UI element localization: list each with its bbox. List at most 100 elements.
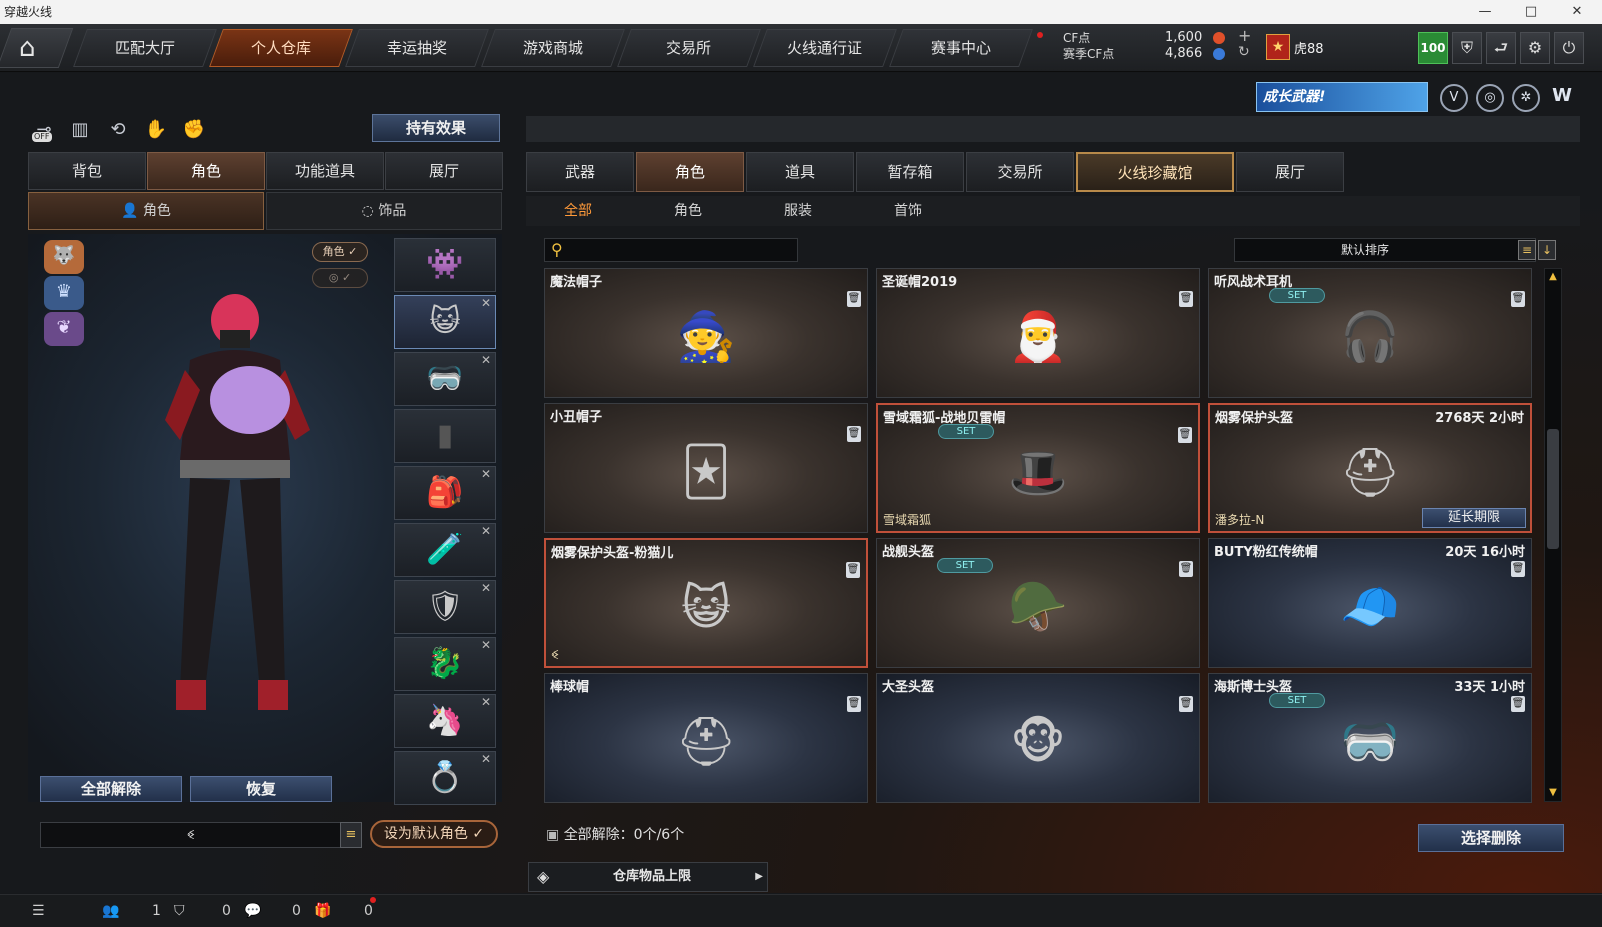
- item-card[interactable]: 战舰头盔 SET 🗑 🪖: [876, 538, 1200, 668]
- item-card[interactable]: 海斯博士头盔 33天 1小时 SET 🗑 🥽: [1208, 673, 1532, 803]
- maximize-button[interactable]: □: [1508, 0, 1554, 24]
- sort-dropdown[interactable]: 默认排序: [1234, 238, 1536, 262]
- podium-icon[interactable]: ▥: [66, 116, 94, 144]
- tab-right-exchange[interactable]: 交易所: [966, 152, 1074, 192]
- subtab-accessories[interactable]: ◌ 饰品: [266, 192, 502, 230]
- refresh-icon[interactable]: ↻: [1238, 44, 1250, 60]
- equip-slot-glasses[interactable]: ✕ 🥽: [394, 352, 496, 406]
- item-card[interactable]: BUTY粉红传统帽 20天 16小时 🗑 🧢: [1208, 538, 1532, 668]
- gift-icon[interactable]: 🎁: [314, 903, 331, 919]
- pose-icon[interactable]: ✋: [142, 116, 170, 144]
- home-button[interactable]: ⌂: [0, 28, 74, 68]
- item-card[interactable]: 大圣头盔 🗑 🐵: [876, 673, 1200, 803]
- chat-icon[interactable]: 💬: [244, 903, 261, 919]
- gesture-icon[interactable]: ✊: [180, 116, 208, 144]
- item-card[interactable]: 听风战术耳机 SET 🗑 🎧: [1208, 268, 1532, 398]
- rotate-icon[interactable]: ⟲: [104, 116, 132, 144]
- right-boot-shape: [258, 680, 288, 710]
- layers-icon: ◈: [537, 867, 550, 886]
- tab-right-showroom[interactable]: 展厅: [1236, 152, 1344, 192]
- search-input[interactable]: ⚲: [544, 238, 798, 262]
- equip-slot-ring[interactable]: ✕ 💍: [394, 751, 496, 805]
- set-default-character-button[interactable]: 设为默认角色 ✓: [370, 820, 498, 848]
- v-badge-icon[interactable]: V: [1440, 84, 1468, 112]
- globe-icon[interactable]: ◎: [1476, 84, 1504, 112]
- item-card[interactable]: 圣诞帽2019 🗑 🎅: [876, 268, 1200, 398]
- wolf-emblem-icon[interactable]: 🐺: [44, 240, 84, 274]
- tab-right-character[interactable]: 角色: [636, 152, 744, 192]
- close-button[interactable]: ✕: [1554, 0, 1600, 24]
- subtab-all[interactable]: 全部: [528, 196, 628, 226]
- tab-character[interactable]: 角色: [147, 152, 265, 190]
- hold-effect-button[interactable]: 持有效果: [372, 114, 500, 142]
- scroll-up-icon[interactable]: ▲: [1545, 269, 1561, 285]
- item-card[interactable]: 魔法帽子 🗑 🧙: [544, 268, 868, 398]
- menu-icon[interactable]: ☰: [32, 903, 45, 919]
- tab-function-items[interactable]: 功能道具: [266, 152, 384, 190]
- item-card[interactable]: 小丑帽子 🗑 🃏: [544, 403, 868, 533]
- character-name-field[interactable]: ꔽ: [40, 822, 342, 848]
- warehouse-capacity-button[interactable]: ◈ 仓库物品上限 ▶: [528, 862, 768, 892]
- tab-backpack[interactable]: 背包: [28, 152, 146, 190]
- return-icon[interactable]: ⮐: [1486, 32, 1516, 64]
- item-card[interactable]: 棒球帽 🗑 ⛑: [544, 673, 868, 803]
- currency-panel: CF点 赛季CF点: [1063, 30, 1114, 62]
- tab-collection-hall[interactable]: 火线珍藏馆: [1076, 152, 1234, 192]
- wing-emblem-icon[interactable]: ❦: [44, 312, 84, 346]
- subtab-role[interactable]: 角色: [638, 196, 738, 226]
- sort-list-icon[interactable]: ≡: [1518, 240, 1536, 260]
- visibility-pill[interactable]: ◎ ✓: [312, 268, 368, 288]
- tab-showroom[interactable]: 展厅: [385, 152, 503, 190]
- nav-personal-warehouse[interactable]: 个人仓库: [209, 29, 353, 67]
- nav-event-center[interactable]: 赛事中心: [889, 29, 1033, 67]
- power-icon[interactable]: ⏻: [1554, 32, 1584, 64]
- item-scrollbar[interactable]: ▲ ▼: [1544, 268, 1562, 802]
- scroll-thumb[interactable]: [1547, 429, 1559, 549]
- select-delete-button[interactable]: 选择删除: [1418, 824, 1564, 852]
- restore-button[interactable]: 恢复: [190, 776, 332, 802]
- nav-battle-pass[interactable]: 火线通行证: [753, 29, 897, 67]
- toggle-off-icon[interactable]: ⊸ OFF: [30, 116, 58, 144]
- subtab-clothing[interactable]: 服装: [748, 196, 848, 226]
- equip-slot-backpack[interactable]: ✕ 🎒: [394, 466, 496, 520]
- extend-duration-button[interactable]: 延长期限: [1422, 508, 1526, 528]
- equip-slot-body[interactable]: ▮: [394, 409, 496, 463]
- nav-match-lobby[interactable]: 匹配大厅: [73, 29, 217, 67]
- shield-icon[interactable]: ⛨: [1452, 32, 1482, 64]
- nav-game-mall[interactable]: 游戏商城: [481, 29, 625, 67]
- sort-direction-icon[interactable]: ↓: [1538, 240, 1556, 260]
- role-pill[interactable]: 角色 ✓: [312, 242, 368, 262]
- equip-slot-pet-gold[interactable]: ✕ 🐉: [394, 637, 496, 691]
- equip-slot-pet-silver[interactable]: ✕ 🦄: [394, 694, 496, 748]
- nav-lucky-draw[interactable]: 幸运抽奖: [345, 29, 489, 67]
- crown-emblem-icon[interactable]: ♛: [44, 276, 84, 310]
- item-card[interactable]: 雪域霜狐-战地贝雷帽 SET 🗑 🎩 雪域霜狐: [876, 403, 1200, 533]
- bottle-icon: 🧪: [426, 532, 464, 567]
- equip-slot-head[interactable]: 👾: [394, 238, 496, 292]
- equip-slot-bottle[interactable]: ✕ 🧪: [394, 523, 496, 577]
- clan-icon[interactable]: ⛉: [174, 903, 185, 919]
- item-card[interactable]: 烟雾保护头盔 2768天 2小时 ⛑ 潘多拉-N 延长期限: [1208, 403, 1532, 533]
- w-logo-icon[interactable]: W: [1548, 84, 1576, 112]
- release-all-button[interactable]: 全部解除: [40, 776, 182, 802]
- tab-temp-box[interactable]: 暂存箱: [856, 152, 964, 192]
- minimize-button[interactable]: —: [1462, 0, 1508, 24]
- item-name: 棒球帽: [550, 680, 590, 695]
- team-icon[interactable]: 👥: [102, 903, 119, 919]
- subtab-character[interactable]: 👤 角色: [28, 192, 264, 230]
- item-card[interactable]: 烟雾保护头盔-粉猫儿 🗑 😺 ꔽ: [544, 538, 868, 668]
- subtab-jewelry[interactable]: 首饰: [858, 196, 958, 226]
- gear-icon[interactable]: ⚙: [1520, 32, 1550, 64]
- window-titlebar: 穿越火线 — □ ✕: [0, 0, 1602, 24]
- growth-weapon-banner[interactable]: 成长武器!: [1256, 82, 1428, 112]
- scroll-down-icon[interactable]: ▼: [1545, 785, 1561, 801]
- gear-badge-icon[interactable]: ✲: [1512, 84, 1540, 112]
- equip-slot-hat[interactable]: ✕ 😺: [394, 295, 496, 349]
- nav-exchange[interactable]: 交易所: [617, 29, 761, 67]
- list-menu-icon[interactable]: ≡: [340, 822, 362, 848]
- equip-slot-badge[interactable]: ✕ 🛡: [394, 580, 496, 634]
- tab-weapons[interactable]: 武器: [526, 152, 634, 192]
- tab-items[interactable]: 道具: [746, 152, 854, 192]
- add-cf-icon[interactable]: +: [1238, 26, 1251, 45]
- checkbox-icon[interactable]: ▣: [546, 827, 564, 843]
